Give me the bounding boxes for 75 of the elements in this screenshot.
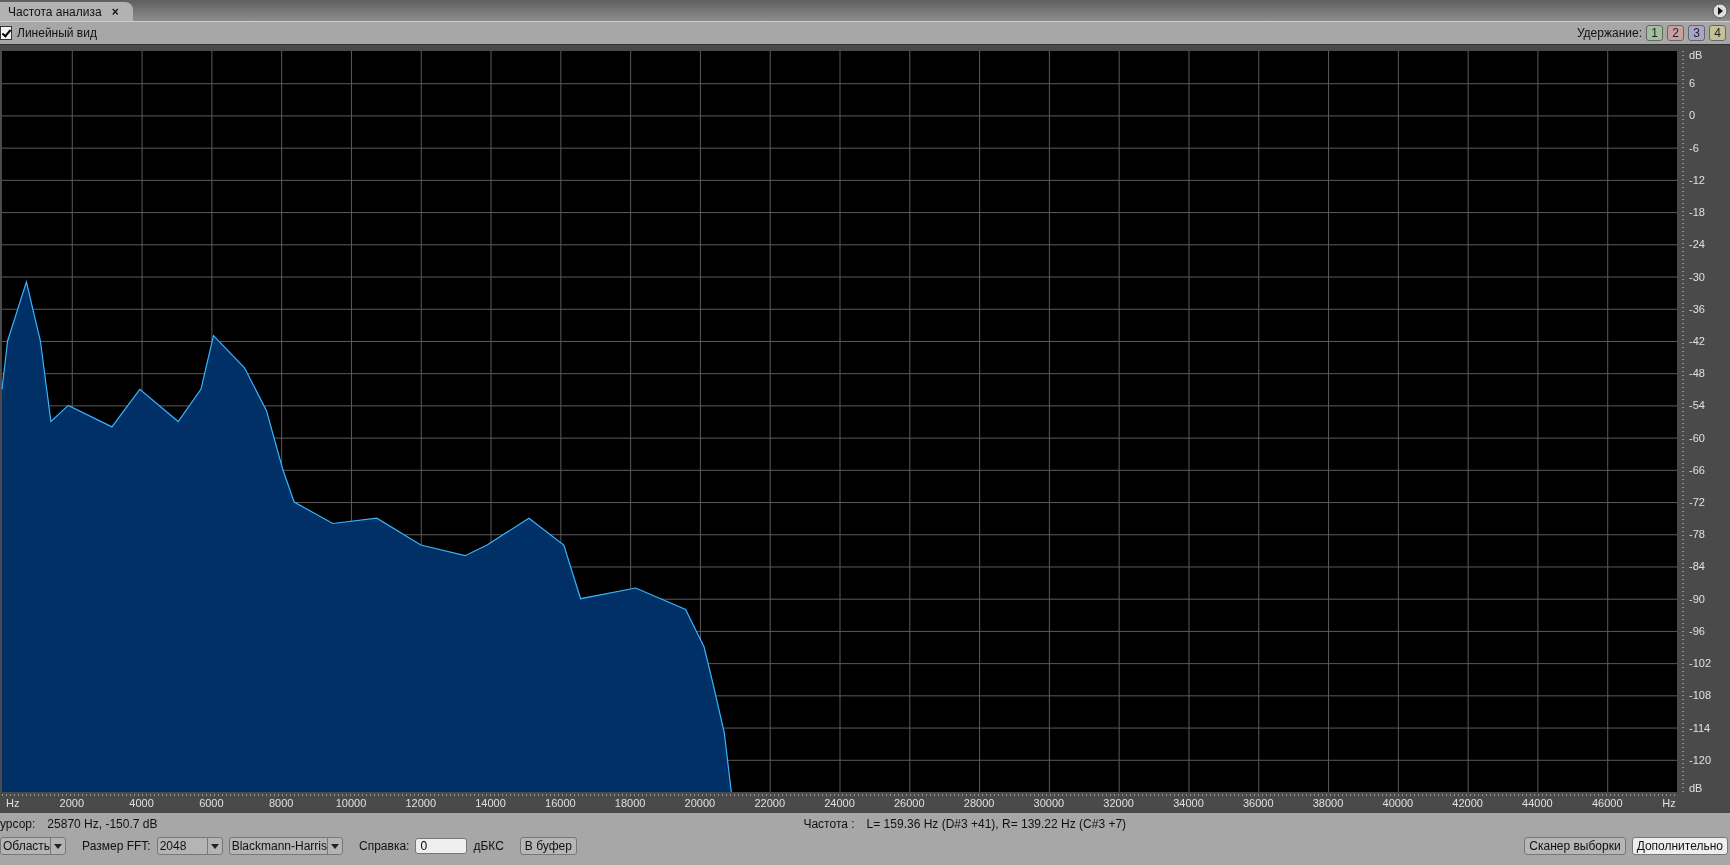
tick-label: 22000	[754, 797, 785, 809]
tick-label: -48	[1689, 367, 1705, 380]
range-dropdown[interactable]: Область	[0, 837, 67, 855]
panel-menu-icon[interactable]	[1712, 3, 1728, 19]
hold-button[interactable]: 3	[1688, 25, 1705, 41]
tick-label: 20000	[684, 797, 716, 809]
tick-label: 14000	[475, 797, 506, 809]
tick-label: -108	[1689, 689, 1712, 702]
hold-label: Удержание:	[1576, 26, 1642, 40]
axis-unit-label: Hz	[1662, 797, 1676, 809]
axis-unit-label: dB	[1689, 782, 1703, 794]
reference-unit: дБКС	[473, 839, 504, 853]
tick-label: -66	[1689, 463, 1705, 476]
tick-label: 4000	[129, 797, 154, 809]
tick-label: 8000	[268, 797, 294, 809]
tick-label: 36000	[1242, 797, 1274, 809]
cursor-label: урсор:	[0, 817, 36, 831]
window-dropdown[interactable]: Blackmann-Harris	[228, 837, 344, 855]
tick-label: 6	[1689, 77, 1696, 90]
tick-label: 16000	[545, 797, 576, 809]
tick-label: -18	[1689, 206, 1705, 219]
tick-label: -102	[1689, 657, 1712, 670]
panel-tab[interactable]: Частота анализа ×	[0, 2, 133, 21]
tick-label: 30000	[1033, 797, 1065, 809]
hold-button[interactable]: 4	[1709, 25, 1726, 41]
tick-label: 12000	[405, 797, 437, 809]
tick-label: -6	[1689, 141, 1699, 154]
advanced-button[interactable]: Дополнительно	[1631, 837, 1728, 855]
copy-button[interactable]: В буфер	[519, 837, 577, 855]
reference-label: Справка:	[359, 839, 410, 853]
tick-label: -12	[1689, 173, 1705, 186]
hold-button[interactable]: 1	[1646, 25, 1663, 41]
tick-label: 2000	[59, 797, 85, 809]
cursor-value: 25870 Hz, -150.7 dB	[47, 817, 158, 831]
tick-label: 40000	[1382, 797, 1414, 809]
tick-label: -120	[1689, 753, 1712, 766]
tick-label: -42	[1689, 334, 1705, 347]
tick-label: 24000	[824, 797, 855, 809]
tick-label: 26000	[894, 797, 925, 809]
tick-label: -96	[1689, 624, 1705, 637]
tick-label: 6000	[199, 797, 224, 809]
tick-label: 28000	[963, 797, 995, 809]
tick-label: 46000	[1591, 797, 1623, 809]
tick-label: -36	[1689, 302, 1705, 315]
axis-unit-label: dB	[1689, 49, 1703, 61]
fft-label: Размер FFT:	[82, 839, 151, 853]
scan-button[interactable]: Сканер выборки	[1524, 837, 1626, 855]
frequency-label: Частота :	[803, 817, 855, 831]
tick-label: 18000	[614, 797, 646, 809]
tick-label: 10000	[335, 797, 367, 809]
tick-label: -90	[1689, 592, 1705, 605]
tick-label: 38000	[1312, 797, 1344, 809]
tick-label: -78	[1689, 528, 1705, 541]
axis-unit-label: Hz	[6, 797, 20, 809]
fft-size-dropdown[interactable]: 2048	[156, 837, 223, 855]
tick-label: 34000	[1173, 797, 1204, 809]
tick-label: -72	[1689, 496, 1705, 509]
tick-label: 0	[1689, 109, 1696, 122]
tick-label: -24	[1689, 238, 1705, 251]
frequency-value: L= 159.36 Hz (D#3 +41), R= 139.22 Hz (C#3 +7)	[866, 817, 1127, 831]
tab-title: Частота анализа	[8, 4, 102, 19]
tick-label: 32000	[1103, 797, 1134, 809]
tick-label: -60	[1689, 431, 1705, 444]
close-icon[interactable]: ×	[111, 4, 119, 19]
tick-label: -84	[1689, 560, 1705, 573]
checkbox-label: Линейный вид	[17, 26, 97, 40]
checkbox[interactable]	[0, 26, 12, 40]
tick-label: -114	[1689, 721, 1711, 734]
tick-label: -54	[1689, 399, 1705, 412]
tick-label: 44000	[1522, 797, 1553, 809]
tick-label: 42000	[1452, 797, 1483, 809]
caret-icon	[206, 837, 222, 855]
tick-label: -30	[1689, 270, 1705, 283]
reference-field[interactable]: 0	[415, 838, 468, 854]
hold-button[interactable]: 2	[1667, 25, 1684, 41]
